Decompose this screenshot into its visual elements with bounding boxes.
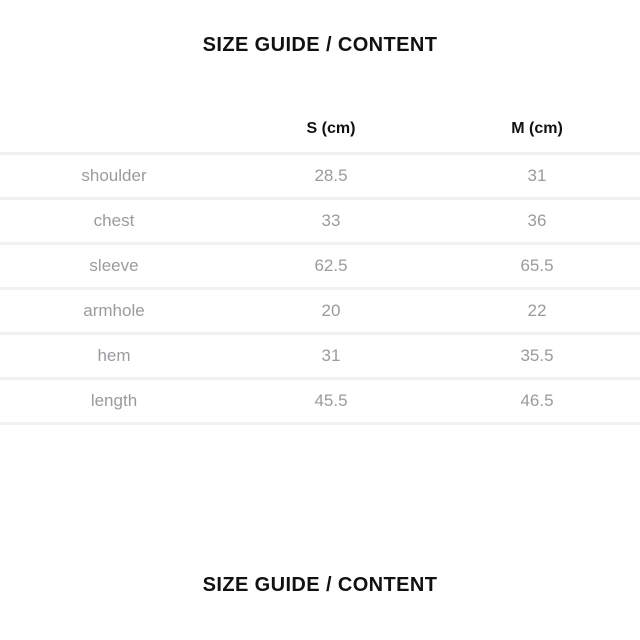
column-header-s: S (cm): [228, 106, 434, 153]
row-label-shoulder: shoulder: [0, 153, 228, 198]
cell-sleeve-s: 62.5: [228, 243, 434, 288]
cell-shoulder-s: 28.5: [228, 153, 434, 198]
row-label-armhole: armhole: [0, 288, 228, 333]
page-title-top: SIZE GUIDE / CONTENT: [202, 34, 438, 56]
table-body: shoulder 28.5 31 chest 33 36 sleeve 62.5…: [0, 153, 640, 423]
row-label-length: length: [0, 378, 228, 423]
cell-chest-m: 36: [434, 198, 640, 243]
table-header-row: S (cm) M (cm): [0, 106, 640, 153]
table-row: hem 31 35.5: [0, 333, 640, 378]
table-row: sleeve 62.5 65.5: [0, 243, 640, 288]
cell-hem-s: 31: [228, 333, 434, 378]
cell-armhole-s: 20: [228, 288, 434, 333]
table-row: length 45.5 46.5: [0, 378, 640, 423]
page-title-bottom: SIZE GUIDE / CONTENT: [202, 574, 438, 596]
cell-sleeve-m: 65.5: [434, 243, 640, 288]
column-header-measurement: [0, 106, 228, 153]
cell-length-s: 45.5: [228, 378, 434, 423]
table-row: armhole 20 22: [0, 288, 640, 333]
column-header-m: M (cm): [434, 106, 640, 153]
size-guide-table: S (cm) M (cm) shoulder 28.5 31 chest 33 …: [0, 106, 640, 425]
cell-armhole-m: 22: [434, 288, 640, 333]
cell-length-m: 46.5: [434, 378, 640, 423]
size-guide-page: SIZE GUIDE / CONTENT S (cm) M (cm) shoul…: [0, 0, 640, 640]
cell-shoulder-m: 31: [434, 153, 640, 198]
table-row: shoulder 28.5 31: [0, 153, 640, 198]
row-label-hem: hem: [0, 333, 228, 378]
cell-chest-s: 33: [228, 198, 434, 243]
cell-hem-m: 35.5: [434, 333, 640, 378]
row-label-sleeve: sleeve: [0, 243, 228, 288]
table-header: S (cm) M (cm): [0, 106, 640, 153]
row-label-chest: chest: [0, 198, 228, 243]
table-row: chest 33 36: [0, 198, 640, 243]
